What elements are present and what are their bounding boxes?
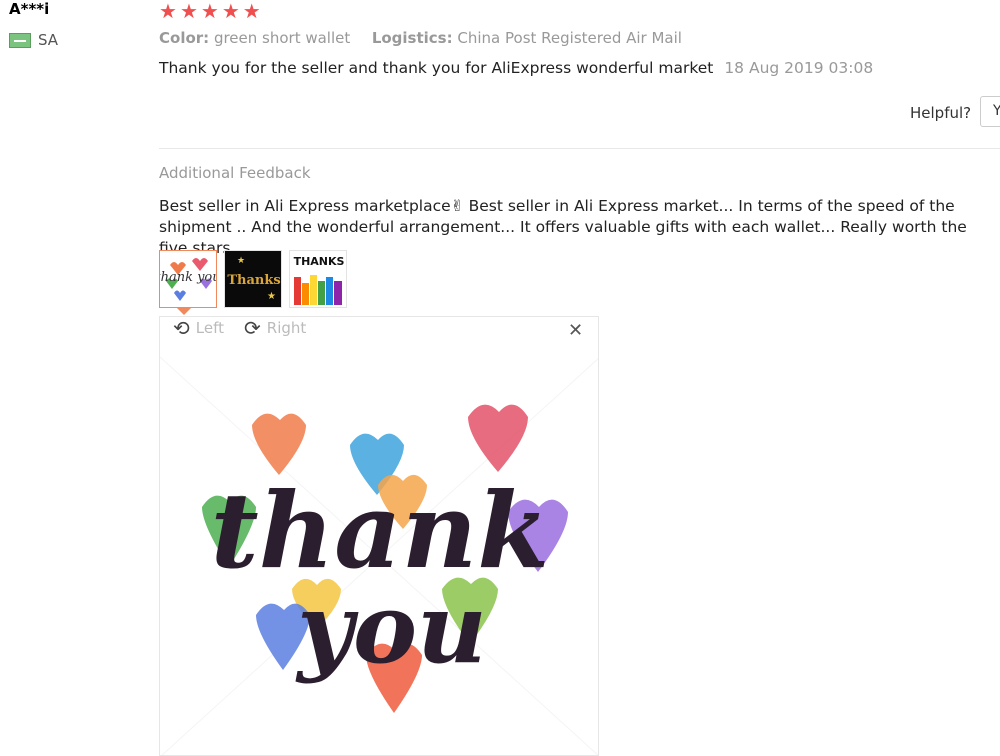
helpful-label: Helpful? bbox=[910, 104, 972, 122]
rotate-left-label: Left bbox=[195, 319, 224, 337]
star-icon: ★ bbox=[242, 0, 261, 23]
rotate-left-icon: ⟲ bbox=[173, 316, 190, 340]
star-icon: ★ bbox=[221, 0, 240, 23]
reviewer-country: SA bbox=[9, 31, 58, 49]
order-meta: Color: green short wallet Logistics: Chi… bbox=[159, 29, 682, 47]
viewer-toolbar: ⟲ Left ⟳ Right bbox=[173, 318, 306, 338]
thanks-gold-thumb-image: ★ ★ Thanks bbox=[225, 251, 281, 307]
flag-icon bbox=[9, 32, 31, 48]
photo-thumbnails: thank you ★ ★ Thanks THANKS bbox=[159, 250, 347, 308]
review-date: 18 Aug 2019 03:08 bbox=[724, 59, 874, 77]
image-viewer: thank you bbox=[159, 316, 599, 756]
svg-text:★: ★ bbox=[267, 291, 276, 302]
helpful-yes-button[interactable]: Y bbox=[980, 96, 1000, 127]
review-text: Thank you for the seller and thank you f… bbox=[159, 59, 714, 77]
thumbnail-2[interactable]: ★ ★ Thanks bbox=[224, 250, 282, 308]
logistics-label: Logistics: bbox=[371, 29, 453, 47]
reviewer-name: A***i bbox=[9, 0, 50, 18]
rotate-left-button[interactable]: ⟲ Left bbox=[173, 318, 224, 338]
thumb-caption: THANKS bbox=[294, 255, 345, 268]
thank-you-thumb-image: thank you bbox=[160, 251, 216, 307]
country-code: SA bbox=[38, 31, 59, 49]
rating-stars: ★ ★ ★ ★ ★ bbox=[159, 1, 261, 21]
selected-thumb-indicator bbox=[177, 308, 191, 315]
thumb-caption: Thanks bbox=[227, 273, 280, 288]
thank-you-image: thank you bbox=[160, 356, 598, 755]
star-icon: ★ bbox=[179, 0, 198, 23]
rotate-right-icon: ⟳ bbox=[244, 316, 261, 340]
divider bbox=[159, 148, 1000, 149]
thanks-rainbow-thumb-image: THANKS bbox=[290, 251, 346, 307]
thumb-caption: thank you bbox=[160, 270, 216, 285]
close-icon[interactable]: ✕ bbox=[568, 320, 583, 341]
additional-feedback-title: Additional Feedback bbox=[159, 164, 311, 182]
color-value: green short wallet bbox=[213, 29, 351, 47]
logistics-value: China Post Registered Air Mail bbox=[457, 29, 682, 47]
svg-text:★: ★ bbox=[237, 256, 245, 266]
rotate-right-label: Right bbox=[266, 319, 307, 337]
rotate-right-button[interactable]: ⟳ Right bbox=[244, 318, 306, 338]
color-label: Color: bbox=[159, 29, 210, 47]
image-text-you: you bbox=[295, 572, 487, 685]
star-icon: ★ bbox=[200, 0, 219, 23]
review-body: Thank you for the seller and thank you f… bbox=[159, 59, 873, 77]
star-icon: ★ bbox=[159, 0, 177, 23]
thumbnail-3[interactable]: THANKS bbox=[289, 250, 347, 308]
thumbnail-1[interactable]: thank you bbox=[159, 250, 217, 308]
